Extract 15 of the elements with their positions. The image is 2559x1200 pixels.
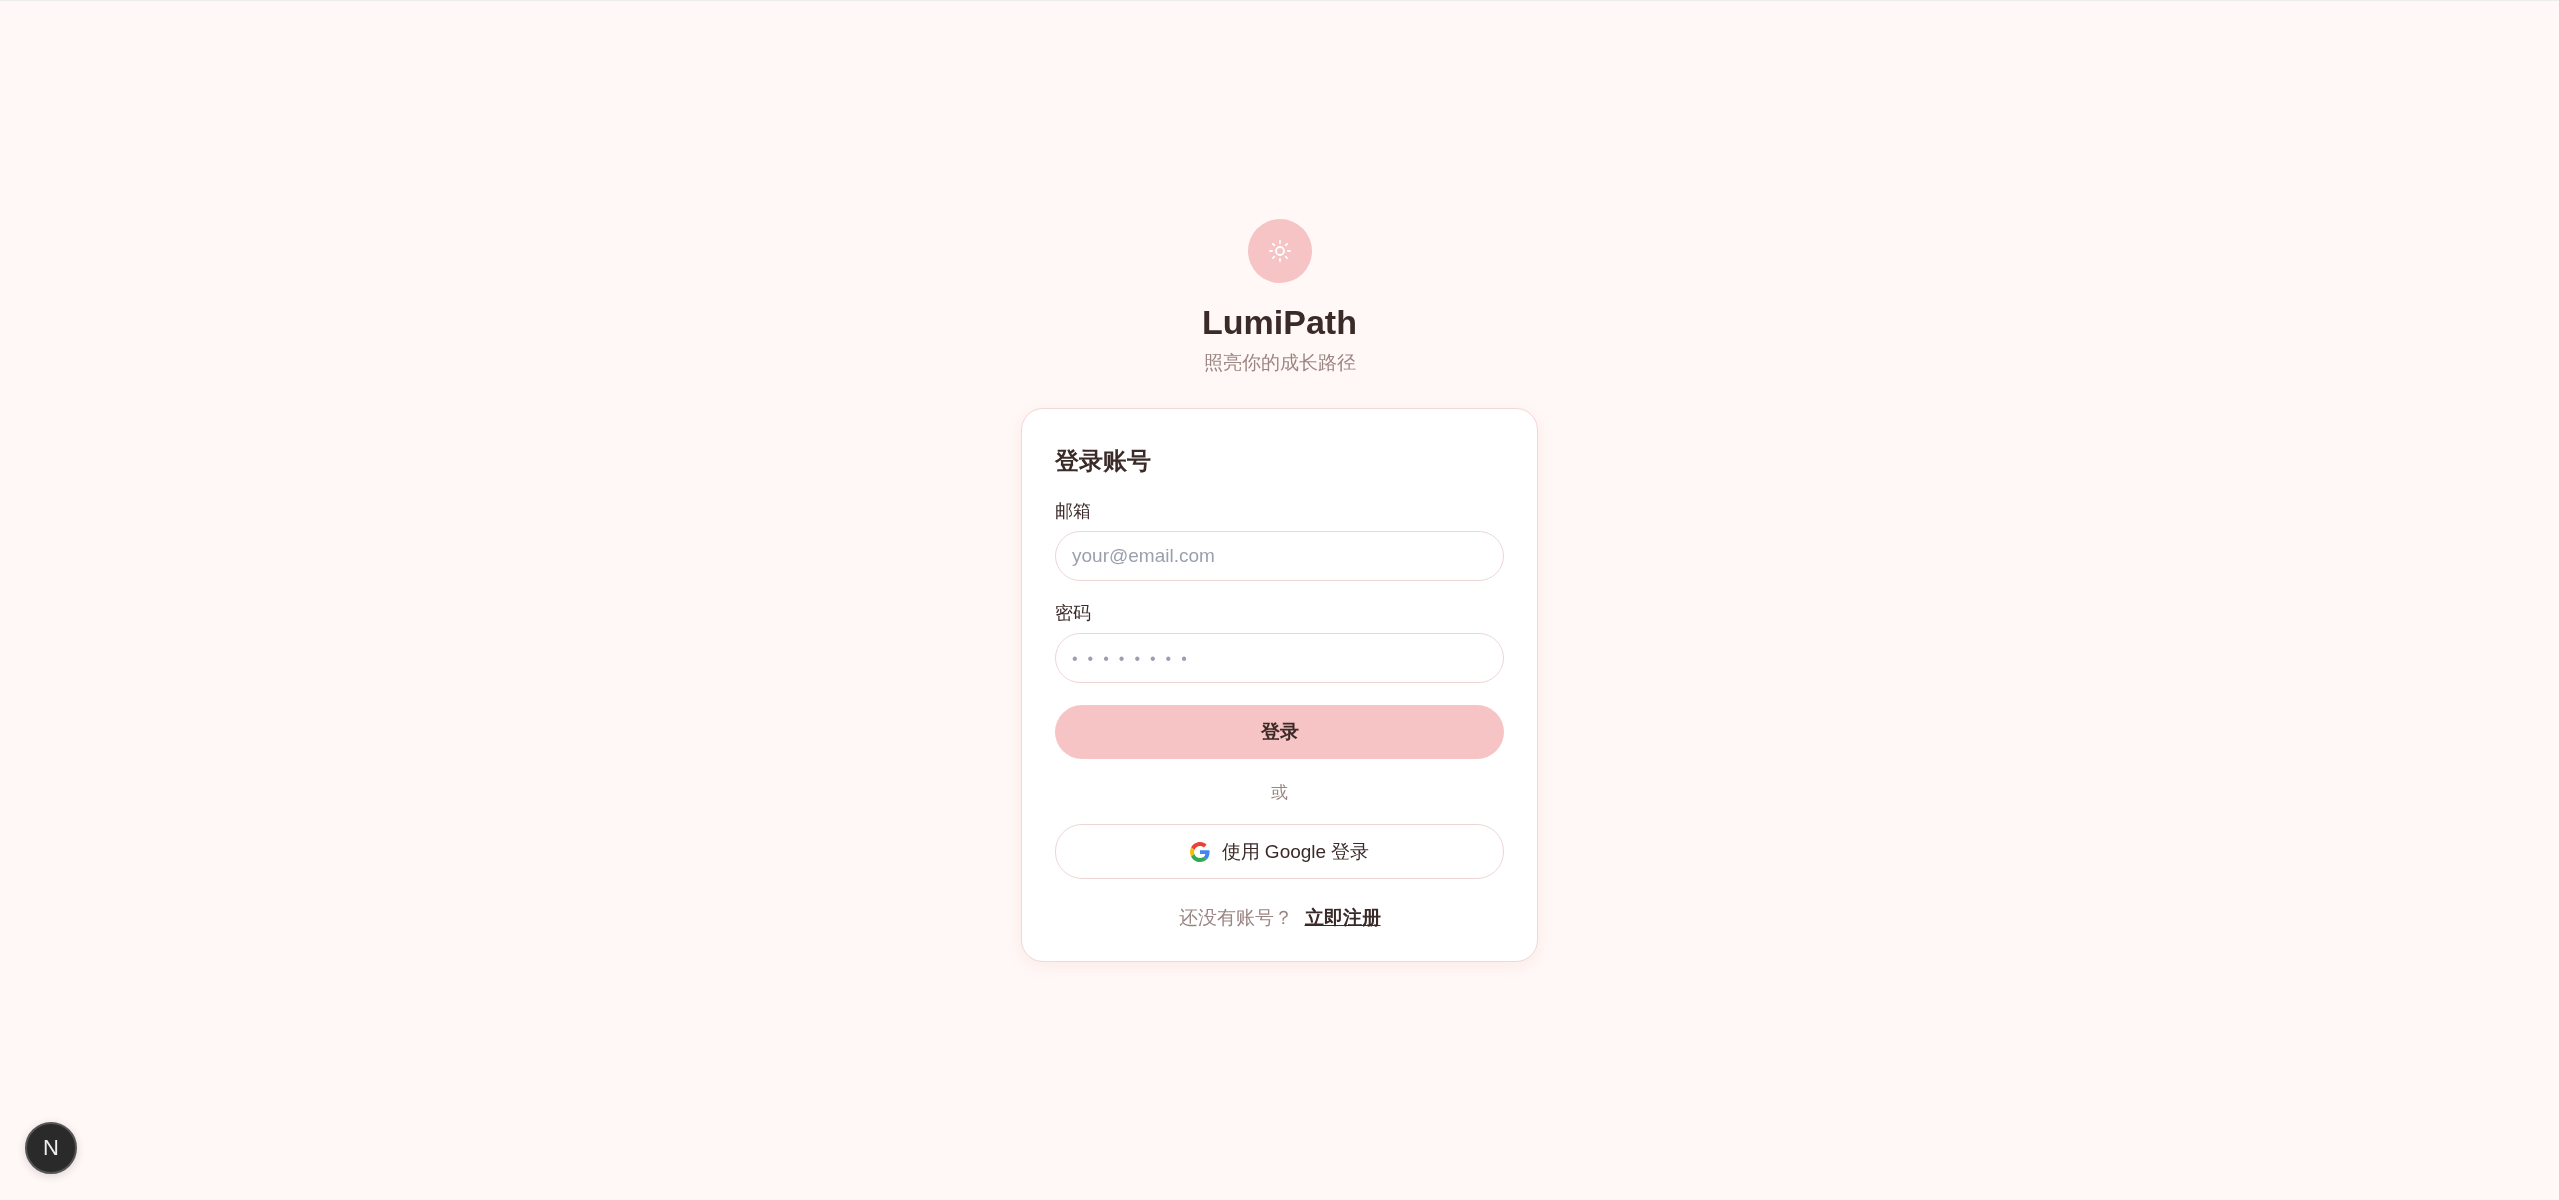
google-login-button[interactable]: 使用 Google 登录 [1055,824,1504,879]
login-button[interactable]: 登录 [1055,705,1504,759]
divider-text: 或 [1271,782,1288,804]
google-icon [1189,841,1210,862]
dev-tools-button[interactable]: N [25,1122,77,1174]
sun-icon [1267,239,1292,263]
password-field[interactable]: •••••••• [1055,633,1504,683]
field-label: 密码 [1055,602,1091,625]
tagline: 照亮你的成长路径 [1203,351,1356,375]
card-title: 登录账号 [1055,446,1152,476]
app-name: LumiPath [1202,303,1357,342]
field-label: 邮箱 [1055,500,1091,523]
signup-prompt: 还没有账号？ [1178,906,1293,930]
signup-link[interactable]: 立即注册 [1304,905,1381,931]
email-field[interactable]: your@email.com [1055,531,1504,581]
